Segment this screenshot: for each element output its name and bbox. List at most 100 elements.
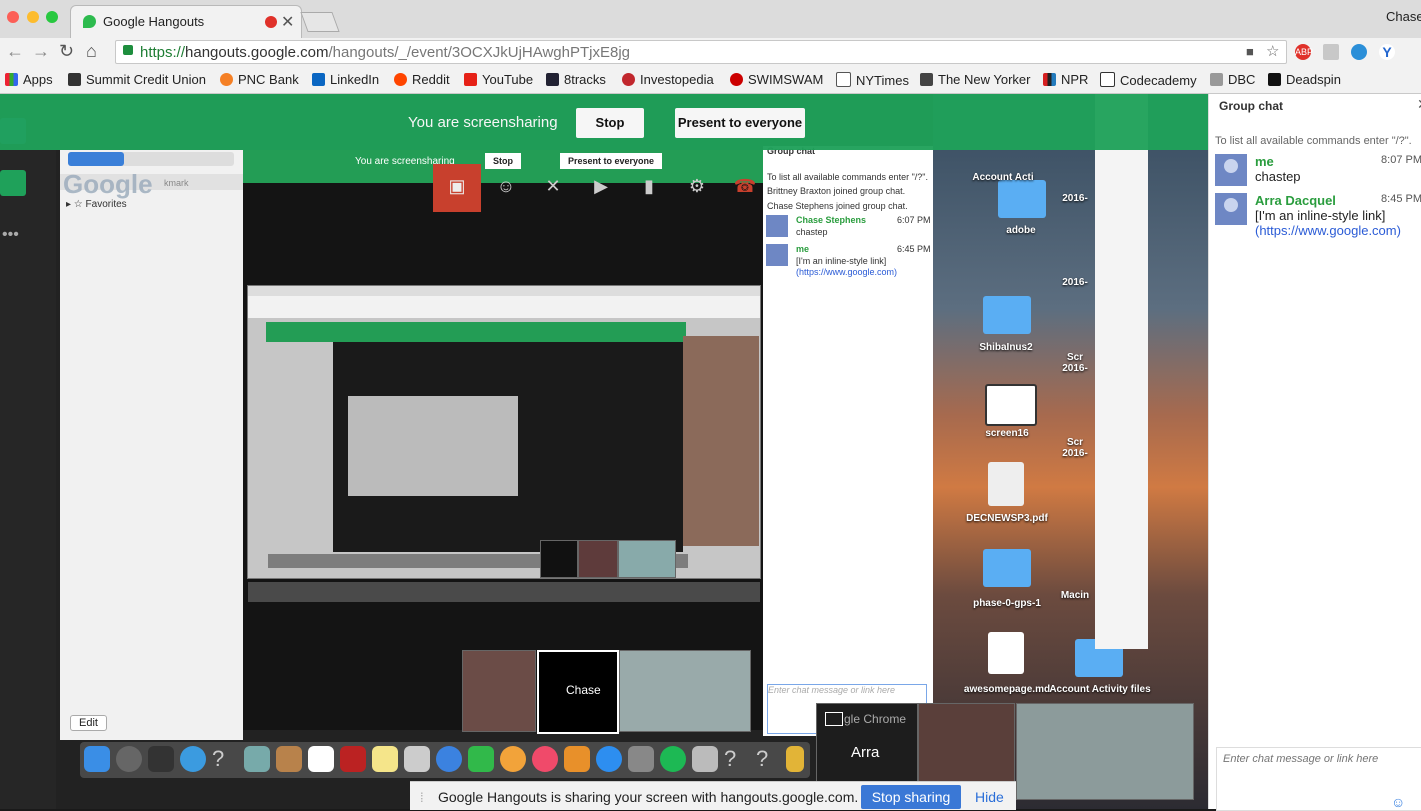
- photos-icon: [500, 746, 526, 772]
- markdown-file-icon: [988, 632, 1024, 674]
- bookmark-codecademy[interactable]: Codecademy: [1100, 72, 1197, 88]
- chat-message: Arra Dacquel 8:45 PM [I'm an inline-styl…: [1215, 193, 1421, 241]
- nested-chat-line: To list all available commands enter "/?…: [767, 172, 928, 182]
- bookmark-field: kmark: [164, 178, 189, 188]
- forward-icon[interactable]: →: [32, 41, 50, 62]
- bookmark-8tracks[interactable]: 8tracks: [546, 72, 606, 87]
- bookmark-swimswam[interactable]: SWIMSWAM: [730, 72, 823, 87]
- bookmark-summit[interactable]: Summit Credit Union: [68, 72, 206, 87]
- chat-link[interactable]: (https://www.google.com): [1255, 223, 1401, 238]
- finder-edit-button[interactable]: Edit: [70, 715, 107, 731]
- desktop-label: Scr 2016-: [1062, 352, 1088, 374]
- nested-finder-window: Google kmark ▸ ☆ Favorites Edit: [60, 150, 243, 740]
- new-tab-button[interactable]: [300, 12, 340, 32]
- bookmark-nytimes[interactable]: NYTimes: [836, 72, 909, 88]
- star-icon[interactable]: ☆: [1266, 42, 1279, 60]
- chat-body: [I'm an inline-style link] (https://www.g…: [1255, 208, 1401, 238]
- bookmarks-bar: Apps Summit Credit Union PNC Bank Linked…: [0, 66, 1421, 94]
- messages-icon: [436, 746, 462, 772]
- participant-thumb-arra[interactable]: gle Chrome Arra: [816, 703, 918, 783]
- avatar: [766, 215, 788, 237]
- profile-name[interactable]: Chase: [1386, 9, 1421, 24]
- chat-time: 8:45 PM: [1381, 193, 1421, 205]
- desktop-label: Macin: [1060, 590, 1090, 601]
- bookmark-new-yorker[interactable]: The New Yorker: [920, 72, 1031, 87]
- desktop-window-edge: [1095, 94, 1148, 649]
- nested-thumb-screen: [618, 540, 676, 578]
- pdf-file-icon: [988, 462, 1024, 506]
- stop-sharing-button[interactable]: Stop sharing: [861, 785, 961, 809]
- settings-icon: ⚙: [688, 176, 706, 196]
- app-icon: [692, 746, 718, 772]
- bookmark-deadspin[interactable]: Deadspin: [1268, 72, 1341, 87]
- app-store-icon: [596, 746, 622, 772]
- bookmark-youtube[interactable]: YouTube: [464, 72, 533, 87]
- thumb-caption: gle Chrome: [844, 712, 907, 726]
- chat-input-box[interactable]: ☺: [1216, 747, 1421, 811]
- tab-title: Google Hangouts: [103, 14, 205, 29]
- close-tab-icon[interactable]: ✕: [281, 12, 294, 32]
- hang-up-icon: ☎: [733, 176, 757, 196]
- bookmark-linkedin[interactable]: LinkedIn: [312, 72, 379, 87]
- unknown-app-icon: ?: [756, 746, 769, 771]
- adblock-icon[interactable]: ABP: [1295, 44, 1313, 60]
- nested-thumb-label: Chase: [566, 683, 601, 697]
- home-icon[interactable]: ⌂: [86, 41, 97, 62]
- tab-google-hangouts[interactable]: Google Hangouts ✕: [70, 5, 302, 39]
- reload-icon[interactable]: ↻: [59, 41, 74, 62]
- nested-thumb-chase: Chase: [537, 650, 619, 734]
- app-icon: [404, 746, 430, 772]
- recursive-screen-image: [247, 285, 761, 579]
- app-icon: [244, 746, 270, 772]
- desktop-label: adobe: [1006, 225, 1036, 236]
- google-logo: Google: [63, 169, 153, 199]
- nested-chat-body: chastep: [796, 227, 828, 237]
- camera-icon[interactable]: ■: [1246, 44, 1254, 59]
- ibooks-icon: [564, 746, 590, 772]
- bookmark-dbc-folder[interactable]: DBC: [1210, 72, 1255, 87]
- bookmark-npr[interactable]: NPR: [1043, 72, 1088, 87]
- close-chat-icon[interactable]: ✕: [1417, 96, 1421, 113]
- extension-icon[interactable]: [1351, 44, 1367, 60]
- camera-off-icon: ▶: [594, 176, 608, 196]
- screenshare-icon[interactable]: [0, 170, 26, 196]
- screenshare-icon: [825, 712, 843, 726]
- bookmark-apps[interactable]: Apps: [5, 72, 53, 87]
- desktop-label: ShibaInus2: [979, 342, 1033, 353]
- desktop-label: DECNEWSP3.pdf: [966, 513, 1048, 524]
- bookmark-reddit[interactable]: Reddit: [394, 72, 450, 87]
- stop-button[interactable]: Stop: [576, 108, 644, 138]
- app-icon: [340, 746, 366, 772]
- address-bar[interactable]: https://hangouts.google.com/hangouts/_/e…: [115, 40, 1287, 64]
- drag-handle-icon[interactable]: ⁞: [420, 790, 424, 805]
- maximize-window-button[interactable]: [46, 11, 58, 23]
- participant-thumb-video[interactable]: [918, 703, 1015, 783]
- screenshare-message: You are screensharing: [408, 114, 558, 131]
- minimize-window-button[interactable]: [27, 11, 39, 23]
- unknown-app-icon: ?: [212, 746, 225, 771]
- hangouts-side-strip: •••: [0, 94, 56, 809]
- more-icon[interactable]: •••: [2, 226, 19, 244]
- close-window-button[interactable]: [7, 11, 19, 23]
- itunes-icon: [532, 746, 558, 772]
- chat-body: chastep: [1255, 169, 1301, 184]
- tab-bar: Google Hangouts ✕ Chase: [0, 0, 1421, 39]
- chat-input[interactable]: [1221, 752, 1415, 766]
- desktop-label: 2016-: [1062, 193, 1088, 204]
- avatar: [766, 244, 788, 266]
- nested-chat-name: Chase Stephens: [796, 215, 867, 225]
- hide-button[interactable]: Hide: [975, 789, 1004, 805]
- facetime-icon: [468, 746, 494, 772]
- participant-thumb-screen[interactable]: [1016, 703, 1194, 800]
- bookmark-pnc[interactable]: PNC Bank: [220, 72, 299, 87]
- extension-icon[interactable]: Y: [1379, 44, 1395, 60]
- finder-favorites: ▸ ☆ Favorites: [66, 199, 127, 210]
- calendar-icon: [308, 746, 334, 772]
- present-to-everyone-button[interactable]: Present to everyone: [675, 108, 805, 138]
- back-icon[interactable]: ←: [6, 41, 24, 62]
- emoji-icon[interactable]: ☺: [1391, 794, 1405, 810]
- desktop-label: Account Activity files: [1049, 684, 1151, 695]
- extension-icon[interactable]: [1323, 44, 1339, 60]
- chat-message: me 8:07 PM chastep: [1215, 154, 1421, 188]
- bookmark-investopedia[interactable]: Investopedia: [622, 72, 714, 87]
